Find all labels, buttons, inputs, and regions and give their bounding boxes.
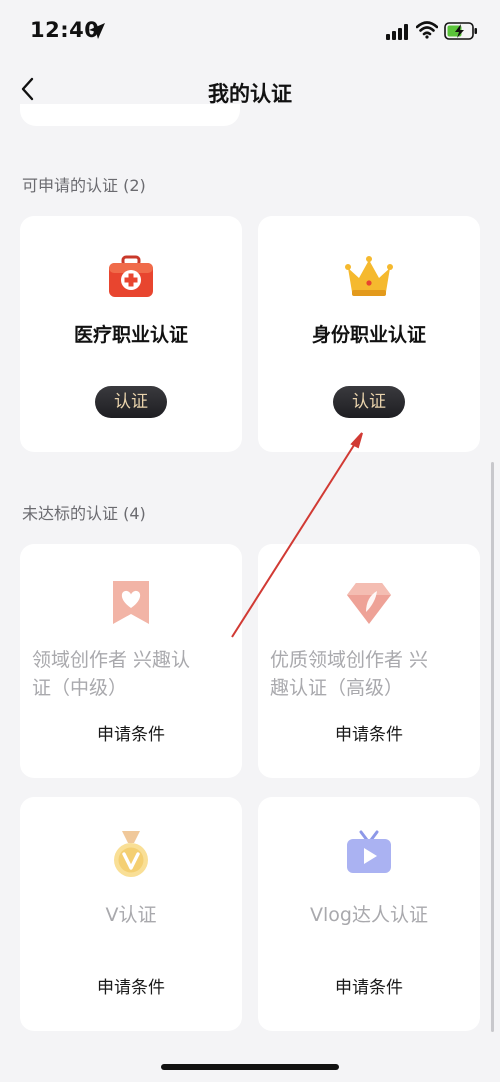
card-title-line: 趣认证（高级）	[270, 677, 404, 699]
cert-card-identity[interactable]: 身份职业认证 认证	[258, 216, 480, 452]
scrollbar[interactable]	[491, 462, 494, 1032]
status-bar: 12:40	[0, 0, 500, 64]
cert-card-medical[interactable]: 医疗职业认证 认证	[20, 216, 242, 452]
card-title: Vlog达人认证	[310, 904, 428, 926]
cellular-signal-icon	[386, 24, 408, 40]
medical-kit-icon	[109, 255, 153, 297]
card-title-line: 领域创作者 兴趣认	[32, 649, 191, 671]
apply-conditions-link[interactable]: 申请条件	[20, 720, 242, 745]
card-title: V认证	[105, 904, 157, 926]
cert-card-domain-creator-mid[interactable]: 领域创作者 兴趣认 证（中级） 申请条件	[20, 544, 242, 778]
location-arrow-icon	[89, 23, 105, 39]
home-indicator[interactable]	[161, 1064, 339, 1070]
card-title: 身份职业认证	[311, 324, 426, 346]
apply-conditions-link[interactable]: 申请条件	[20, 973, 242, 998]
cert-card-v[interactable]: V认证 申请条件	[20, 797, 242, 1031]
card-title: 医疗职业认证	[73, 324, 188, 346]
apply-conditions-link[interactable]: 申请条件	[258, 720, 480, 745]
feather-gem-icon	[347, 583, 391, 624]
section-title-available: 可申请的认证 (2)	[22, 176, 146, 195]
card-title: 领域创作者 兴趣认 证（中级）	[20, 646, 242, 702]
battery-charging-icon	[444, 22, 477, 40]
previous-card-edge	[20, 104, 240, 126]
card-title: 优质领域创作者 兴 趣认证（高级）	[258, 646, 480, 702]
heart-ribbon-icon	[113, 581, 149, 624]
wifi-icon	[416, 21, 438, 39]
cert-card-vlog[interactable]: Vlog达人认证 申请条件	[258, 797, 480, 1031]
card-title-line: 优质领域创作者 兴	[270, 649, 429, 671]
crown-icon	[345, 256, 393, 296]
card-title-line: 证（中级）	[32, 677, 128, 699]
video-tv-icon	[347, 830, 391, 873]
v-medal-icon	[114, 831, 148, 877]
cert-card-quality-creator-high[interactable]: 优质领域创作者 兴 趣认证（高级） 申请条件	[258, 544, 480, 778]
certify-button[interactable]: 认证	[333, 386, 405, 418]
certify-button[interactable]: 认证	[95, 386, 167, 418]
section-title-unqualified: 未达标的认证 (4)	[22, 504, 146, 523]
apply-conditions-link[interactable]: 申请条件	[258, 973, 480, 998]
